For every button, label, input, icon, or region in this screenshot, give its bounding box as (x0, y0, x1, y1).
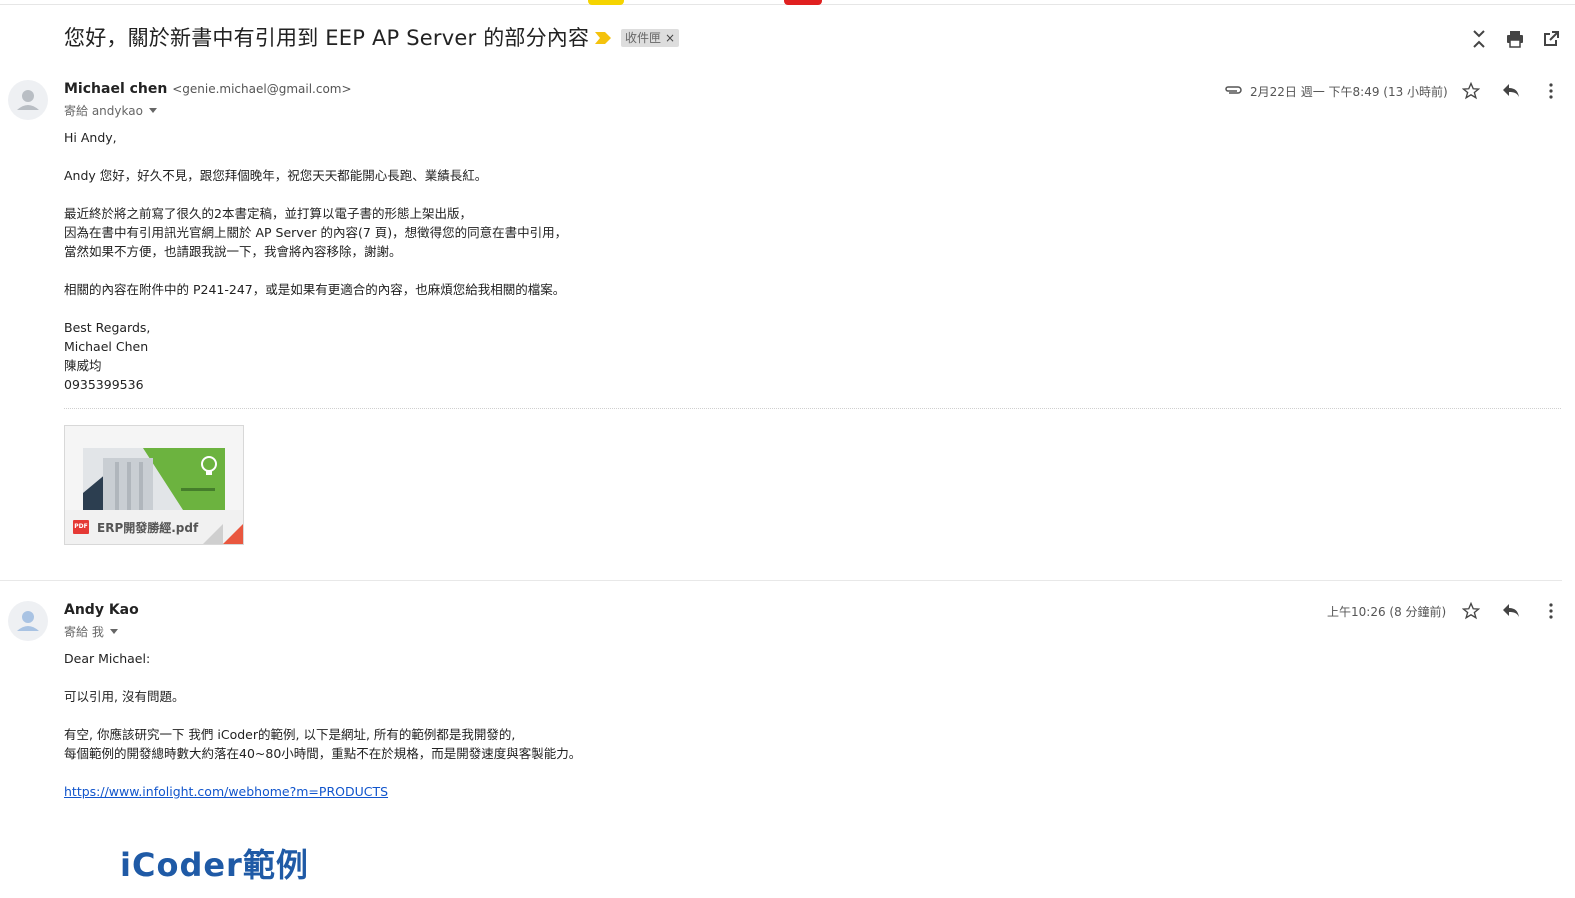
body-line (64, 185, 567, 204)
importance-marker-icon[interactable] (595, 32, 611, 44)
sender-name[interactable]: Michael chen (64, 81, 167, 97)
reply-icon[interactable] (1500, 600, 1522, 622)
recipient-text: 寄給 我 (64, 625, 104, 639)
body-line: 因為在書中有引用訊光官網上關於 AP Server 的內容(7 頁)，想徵得您的… (64, 225, 568, 240)
message-body: Dear Michael: 可以引用, 沒有問題。 有空, 你應該研究一下 我們… (64, 649, 581, 801)
avatar[interactable] (8, 601, 48, 641)
body-line: Best Regards, (64, 320, 151, 335)
sender-email: <genie.michael@gmail.com> (172, 82, 352, 96)
message-date[interactable]: 上午10:26 (8 分鐘前) (1327, 603, 1446, 620)
attachment-filename[interactable]: ERP開發勝經.pdf (97, 519, 198, 536)
body-line: Andy 您好，好久不見，跟您拜個晚年，祝您天天都能開心長跑、業績長紅。 (64, 168, 488, 183)
message-date[interactable]: 2月22日 週一 下午8:49 (13 小時前) (1250, 83, 1448, 100)
products-link[interactable]: https://www.infolight.com/webhome?m=PROD… (64, 784, 388, 799)
page-curl-corner (223, 524, 243, 544)
avatar[interactable] (8, 80, 48, 120)
red-tab-decoration (784, 0, 822, 5)
star-icon[interactable] (1460, 80, 1482, 102)
remove-label-icon[interactable]: × (665, 29, 675, 47)
body-line: 0935399536 (64, 377, 144, 392)
body-line: Hi Andy, (64, 130, 117, 145)
show-details-icon[interactable] (148, 108, 157, 113)
show-details-icon[interactable] (109, 629, 118, 634)
body-line: 有空, 你應該研究一下 我們 iCoder的範例, 以下是網址, 所有的範例都是… (64, 727, 516, 742)
body-line: Dear Michael: (64, 651, 151, 666)
label-chip-inbox[interactable]: 收件匣 × (621, 29, 680, 47)
open-new-window-icon[interactable] (1540, 28, 1562, 50)
more-options-icon[interactable] (1540, 600, 1562, 622)
body-line: 可以引用, 沒有問題。 (64, 689, 185, 704)
collapse-all-icon[interactable] (1468, 28, 1490, 50)
body-line: 相關的內容在附件中的 P241-247，或是如果有更適合的內容，也麻煩您給我相關… (64, 282, 566, 297)
body-line: 最近終於將之前寫了很久的2本書定稿，並打算以電子書的形態上架出版， (64, 206, 472, 221)
body-line (64, 299, 567, 318)
attachment-card[interactable]: PDF ERP開發勝經.pdf (64, 425, 244, 545)
thread-subject: 您好，關於新書中有引用到 EEP AP Server 的部分內容 (64, 26, 590, 50)
body-line (64, 706, 581, 725)
attachment-divider (64, 408, 1561, 409)
star-icon[interactable] (1460, 600, 1482, 622)
body-line (64, 261, 567, 280)
label-chip-text: 收件匣 (625, 31, 662, 45)
recipient-line: 寄給 我 (64, 623, 118, 640)
page-curl-shadow (203, 524, 223, 544)
body-line: 當然如果不方便，也請跟我說一下，我會將內容移除，謝謝。 (64, 244, 402, 259)
attachment-thumbnail (83, 448, 225, 510)
pdf-icon: PDF (73, 520, 89, 534)
reply-icon[interactable] (1500, 80, 1522, 102)
attachment-clip-icon (1222, 82, 1244, 98)
message-separator (0, 580, 1562, 581)
body-line (64, 763, 581, 782)
body-line: 陳威均 (64, 358, 102, 373)
recipient-text: 寄給 andykao (64, 104, 143, 118)
body-line: Michael Chen (64, 339, 149, 354)
yellow-tab-decoration (588, 0, 624, 5)
more-options-icon[interactable] (1540, 80, 1562, 102)
sender-name[interactable]: Andy Kao (64, 602, 139, 618)
message-body: Hi Andy, Andy 您好，好久不見，跟您拜個晚年，祝您天天都能開心長跑、… (64, 128, 567, 394)
print-icon[interactable] (1504, 28, 1526, 50)
body-line (64, 668, 581, 687)
body-line: 每個範例的開發總時數大約落在40~80小時間，重點不在於規格，而是開發速度與客製… (64, 746, 582, 761)
sender-line: Michael chen <genie.michael@gmail.com> (64, 81, 352, 97)
embedded-title: iCoder範例 (120, 846, 309, 884)
recipient-line: 寄給 andykao (64, 102, 157, 119)
body-line (64, 147, 567, 166)
